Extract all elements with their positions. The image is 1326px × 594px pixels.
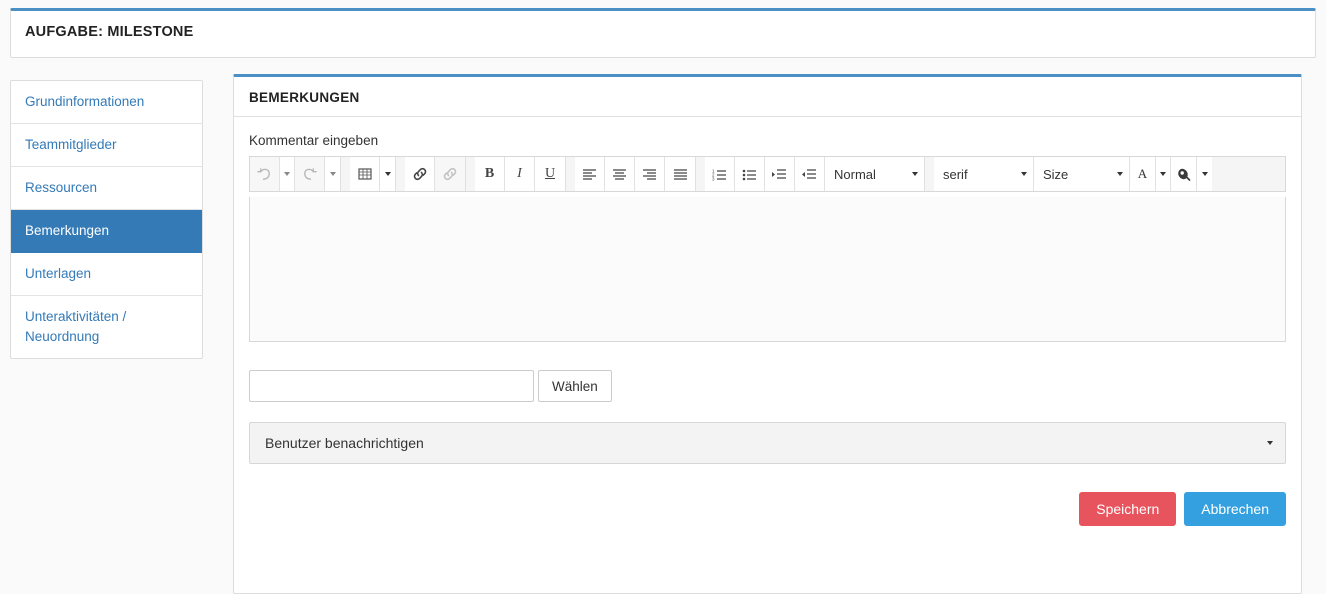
sidebar-item-ressourcen[interactable]: Ressourcen	[11, 167, 202, 210]
italic-label: I	[517, 166, 522, 181]
font-color-label: A	[1137, 166, 1148, 181]
editor-toolbar: B I U 1 2 3 Normal serif Size A	[249, 156, 1286, 192]
paragraph-style-value: Normal	[834, 166, 876, 182]
highlight-dropdown-caret[interactable]	[1197, 157, 1212, 191]
sidebar-item-grundinformationen[interactable]: Grundinformationen	[11, 81, 202, 124]
toolbar-group-align	[575, 157, 696, 191]
bold-button[interactable]: B	[475, 157, 505, 191]
toolbar-group-history	[250, 157, 341, 191]
font-color-icon[interactable]: A	[1130, 157, 1156, 191]
undo-dropdown-caret[interactable]	[280, 157, 295, 191]
sidebar-item-unteraktivitaeten[interactable]: Unteraktivitäten / Neuordnung	[11, 296, 202, 358]
panel-body: Kommentar eingeben B I U 1 2 3 Normal se…	[234, 117, 1301, 526]
underline-button[interactable]: U	[535, 157, 565, 191]
sidebar-nav: Grundinformationen Teammitglieder Ressou…	[10, 80, 203, 359]
link-icon[interactable]	[405, 157, 435, 191]
align-justify-icon[interactable]	[665, 157, 695, 191]
font-size-value: Size	[1043, 166, 1069, 182]
sidebar-item-bemerkungen[interactable]: Bemerkungen	[11, 210, 202, 253]
sidebar-item-teammitglieder[interactable]: Teammitglieder	[11, 124, 202, 167]
file-path-input[interactable]	[249, 370, 534, 402]
table-dropdown-caret[interactable]	[380, 157, 395, 191]
indent-icon[interactable]	[765, 157, 795, 191]
font-family-select[interactable]: serif	[934, 157, 1034, 191]
font-family-value: serif	[943, 166, 968, 182]
main-content-panel: BEMERKUNGEN Kommentar eingeben B I U 1 2…	[233, 74, 1302, 594]
file-upload-row: Wählen	[249, 370, 1286, 402]
redo-icon[interactable]	[295, 157, 325, 191]
save-button[interactable]: Speichern	[1079, 492, 1177, 526]
paragraph-style-select[interactable]: Normal	[825, 157, 924, 191]
toolbar-group-style: B I U	[475, 157, 566, 191]
toolbar-group-link	[405, 157, 466, 191]
align-center-icon[interactable]	[605, 157, 635, 191]
sidebar-item-unterlagen[interactable]: Unterlagen	[11, 253, 202, 296]
comment-field-label: Kommentar eingeben	[249, 133, 379, 148]
editor-content[interactable]	[255, 197, 1280, 341]
toolbar-group-list: 123 Normal	[705, 157, 925, 191]
toolbar-separator-4	[566, 157, 575, 191]
page-title: AUFGABE: MILESTONE	[25, 24, 194, 40]
unordered-list-icon[interactable]	[735, 157, 765, 191]
toolbar-group-font: serif Size A	[934, 157, 1212, 191]
highlight-icon[interactable]	[1171, 157, 1197, 191]
editor-content-area[interactable]	[249, 197, 1286, 342]
toolbar-group-table	[350, 157, 396, 191]
chevron-down-icon	[1117, 172, 1123, 176]
cancel-button[interactable]: Abbrechen	[1184, 492, 1286, 526]
underline-label: U	[544, 166, 556, 181]
notify-users-value: Benutzer benachrichtigen	[265, 435, 424, 451]
form-actions: Speichern Abbrechen	[249, 492, 1286, 526]
redo-dropdown-caret[interactable]	[325, 157, 340, 191]
toolbar-separator-5	[696, 157, 705, 191]
align-right-icon[interactable]	[635, 157, 665, 191]
unlink-icon[interactable]	[435, 157, 465, 191]
panel-heading: BEMERKUNGEN	[234, 77, 1301, 117]
table-icon[interactable]	[350, 157, 380, 191]
browse-file-button[interactable]: Wählen	[538, 370, 612, 402]
italic-button[interactable]: I	[505, 157, 535, 191]
rich-text-editor: B I U 1 2 3 Normal serif Size A	[249, 156, 1286, 342]
toolbar-separator-2	[396, 157, 405, 191]
font-size-select[interactable]: Size	[1034, 157, 1130, 191]
page-header-panel: AUFGABE: MILESTONE	[10, 8, 1316, 58]
align-left-icon[interactable]	[575, 157, 605, 191]
font-color-dropdown-caret[interactable]	[1156, 157, 1171, 191]
panel-heading-title: BEMERKUNGEN	[249, 90, 360, 105]
notify-users-select[interactable]: Benutzer benachrichtigen	[249, 422, 1286, 464]
chevron-down-icon	[1267, 441, 1273, 445]
svg-text:3: 3	[712, 176, 715, 181]
ordered-list-icon[interactable]: 123	[705, 157, 735, 191]
toolbar-separator-6	[925, 157, 934, 191]
toolbar-separator-3	[466, 157, 475, 191]
chevron-down-icon	[1021, 172, 1027, 176]
undo-icon[interactable]	[250, 157, 280, 191]
bold-label: B	[484, 166, 495, 181]
toolbar-separator-1	[341, 157, 350, 191]
outdent-icon[interactable]	[795, 157, 825, 191]
chevron-down-icon	[912, 172, 918, 176]
